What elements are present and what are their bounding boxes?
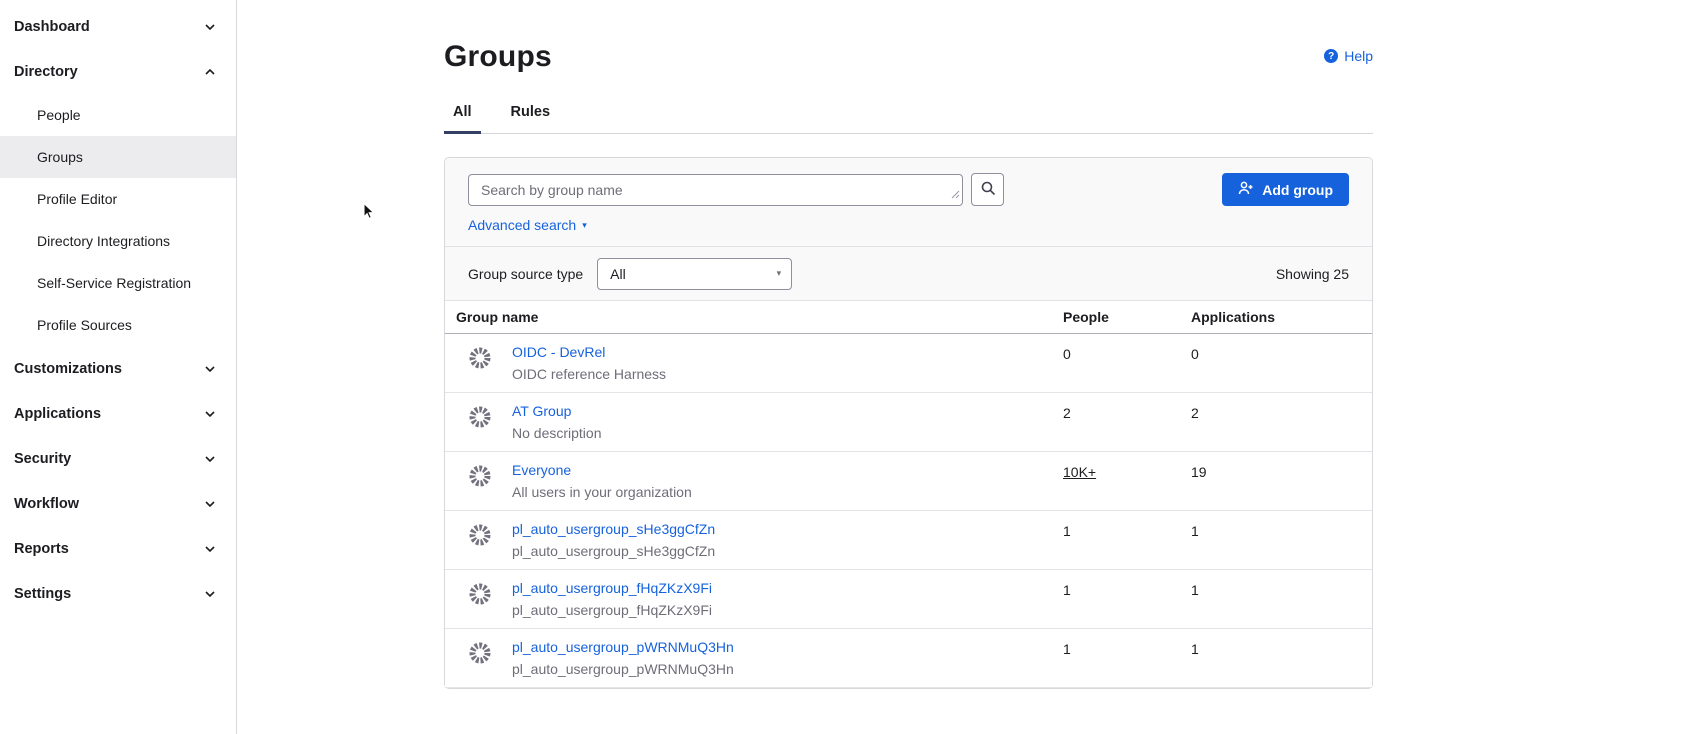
table-row: Everyone All users in your organization … [445, 452, 1372, 511]
tab-rules[interactable]: Rules [502, 104, 560, 133]
applications-count: 0 [1191, 334, 1372, 392]
group-source-type-select[interactable]: All ▾ [597, 258, 792, 290]
gear-icon [468, 464, 492, 488]
directory-subnav: People Groups Profile Editor Directory I… [0, 94, 236, 346]
people-count: 1 [1063, 511, 1191, 569]
table-row: pl_auto_usergroup_sHe3ggCfZn pl_auto_use… [445, 511, 1372, 570]
column-header-people: People [1063, 309, 1191, 325]
chevron-up-icon [204, 66, 216, 78]
advanced-search-label: Advanced search [468, 217, 576, 233]
applications-count: 1 [1191, 570, 1372, 628]
group-description: All users in your organization [512, 484, 692, 500]
chevron-down-icon [204, 543, 216, 555]
sidebar-item-label: Settings [14, 586, 71, 602]
sidebar-item-workflow[interactable]: Workflow [0, 481, 236, 526]
group-name-link[interactable]: Everyone [512, 462, 692, 478]
gear-icon [468, 405, 492, 429]
sidebar-item-directory[interactable]: Directory [0, 49, 236, 94]
table-row: AT Group No description 2 2 [445, 393, 1372, 452]
group-description: OIDC reference Harness [512, 366, 666, 382]
sidebar-item-label: Security [14, 451, 71, 467]
tab-all[interactable]: All [444, 104, 481, 133]
table-row: pl_auto_usergroup_fHqZKzX9Fi pl_auto_use… [445, 570, 1372, 629]
group-name-link[interactable]: OIDC - DevRel [512, 344, 666, 360]
applications-count: 1 [1191, 511, 1372, 569]
gear-icon [468, 523, 492, 547]
sidebar-item-reports[interactable]: Reports [0, 526, 236, 571]
table-row: OIDC - DevRel OIDC reference Harness 0 0 [445, 334, 1372, 393]
sidebar-item-settings[interactable]: Settings [0, 571, 236, 616]
main-area: Groups ? Help All Rules [237, 0, 1687, 734]
gear-icon [468, 582, 492, 606]
sidebar-item-groups[interactable]: Groups [0, 136, 236, 178]
chevron-down-icon [204, 21, 216, 33]
caret-down-icon: ▾ [777, 268, 782, 279]
sidebar-item-dashboard[interactable]: Dashboard [0, 4, 236, 49]
group-description: pl_auto_usergroup_fHqZKzX9Fi [512, 602, 712, 618]
sidebar-item-self-service-registration[interactable]: Self-Service Registration [0, 262, 236, 304]
search-section: Add group Advanced search ▾ [445, 158, 1372, 247]
column-header-group-name: Group name [445, 309, 1063, 325]
people-count-link[interactable]: 10K+ [1063, 464, 1096, 480]
filter-section: Group source type All ▾ Showing 25 [445, 247, 1372, 301]
chevron-down-icon [204, 453, 216, 465]
showing-count: Showing 25 [1276, 266, 1349, 282]
question-circle-icon: ? [1324, 49, 1338, 63]
applications-count: 2 [1191, 393, 1372, 451]
sidebar-item-directory-integrations[interactable]: Directory Integrations [0, 220, 236, 262]
advanced-search-link[interactable]: Advanced search ▾ [468, 217, 587, 233]
groups-card: Add group Advanced search ▾ Group source… [444, 157, 1373, 689]
chevron-down-icon [204, 498, 216, 510]
chevron-down-icon [204, 588, 216, 600]
applications-count: 19 [1191, 452, 1372, 510]
group-source-type-label: Group source type [468, 266, 583, 282]
table-header: Group name People Applications [445, 301, 1372, 334]
sidebar-item-profile-sources[interactable]: Profile Sources [0, 304, 236, 346]
sidebar-item-label: Customizations [14, 361, 122, 377]
search-button[interactable] [971, 173, 1004, 206]
column-header-applications: Applications [1191, 309, 1372, 325]
sidebar-item-people[interactable]: People [0, 94, 236, 136]
group-name-link[interactable]: pl_auto_usergroup_fHqZKzX9Fi [512, 580, 712, 596]
group-name-link[interactable]: pl_auto_usergroup_sHe3ggCfZn [512, 521, 715, 537]
group-description: pl_auto_usergroup_pWRNMuQ3Hn [512, 661, 734, 677]
gear-icon [468, 641, 492, 665]
chevron-down-icon [204, 363, 216, 375]
sidebar-item-label: Reports [14, 541, 69, 557]
help-link[interactable]: ? Help [1324, 48, 1373, 64]
sidebar-item-customizations[interactable]: Customizations [0, 346, 236, 391]
caret-down-icon: ▾ [582, 221, 587, 230]
add-group-label: Add group [1262, 182, 1333, 198]
group-name-link[interactable]: AT Group [512, 403, 602, 419]
help-label: Help [1344, 48, 1373, 64]
people-count: 1 [1063, 629, 1191, 687]
applications-count: 1 [1191, 629, 1372, 687]
sidebar-item-profile-editor[interactable]: Profile Editor [0, 178, 236, 220]
selected-option: All [610, 266, 626, 282]
sidebar-item-label: Directory [14, 64, 78, 80]
people-count: 1 [1063, 570, 1191, 628]
search-input[interactable] [468, 174, 963, 206]
people-count: 2 [1063, 393, 1191, 451]
sidebar-item-applications[interactable]: Applications [0, 391, 236, 436]
group-description: pl_auto_usergroup_sHe3ggCfZn [512, 543, 715, 559]
add-person-icon [1238, 180, 1254, 199]
sidebar-item-label: Dashboard [14, 19, 90, 35]
sidebar: Dashboard Directory People Groups Profil… [0, 0, 237, 734]
add-group-button[interactable]: Add group [1222, 173, 1349, 206]
magnifier-icon [980, 180, 996, 199]
chevron-down-icon [204, 408, 216, 420]
app-root: Dashboard Directory People Groups Profil… [0, 0, 1687, 734]
sidebar-item-label: Applications [14, 406, 101, 422]
sidebar-item-label: Workflow [14, 496, 79, 512]
people-count: 0 [1063, 334, 1191, 392]
sidebar-item-security[interactable]: Security [0, 436, 236, 481]
group-description: No description [512, 425, 602, 441]
group-name-link[interactable]: pl_auto_usergroup_pWRNMuQ3Hn [512, 639, 734, 655]
page-title: Groups [444, 40, 552, 74]
gear-icon [468, 346, 492, 370]
tab-bar: All Rules [444, 104, 1373, 134]
table-row: pl_auto_usergroup_pWRNMuQ3Hn pl_auto_use… [445, 629, 1372, 688]
